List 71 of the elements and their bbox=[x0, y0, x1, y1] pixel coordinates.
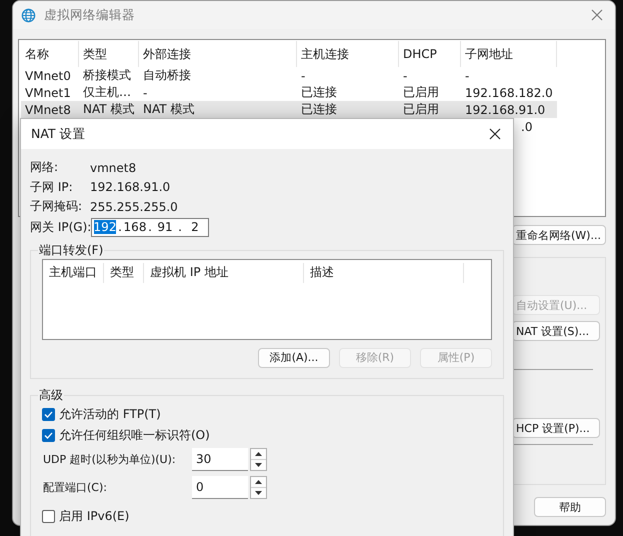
column-header[interactable]: 名称 bbox=[21, 41, 79, 67]
table-cell-text: NAT 模式 bbox=[82, 101, 136, 118]
close-button[interactable] bbox=[487, 126, 503, 142]
field-label: 网络: bbox=[30, 159, 60, 176]
table-cell-text: 已连接 bbox=[300, 84, 338, 101]
field-value: 192.168.91.0 bbox=[90, 180, 172, 194]
table-cell-text: 192.168.182.0 bbox=[464, 84, 554, 101]
checkmark-icon bbox=[44, 410, 53, 418]
list-row[interactable]: VMnet0 桥接模式 自动桥接 - - - bbox=[21, 67, 557, 84]
table-cell-text: VMnet8 bbox=[24, 102, 72, 118]
settings-button[interactable]: NAT 设置(S)... bbox=[512, 321, 600, 341]
column-header[interactable]: DHCP bbox=[399, 41, 461, 67]
table-cell-text: .0 bbox=[520, 118, 532, 135]
rename-network-button[interactable]: 重命名网络(W)... bbox=[512, 225, 606, 245]
dhcp-settings-button[interactable]: HCP 设置(P)... bbox=[512, 418, 600, 438]
up-arrow-icon bbox=[255, 452, 262, 456]
checkbox-label: 启用 IPv6(E) bbox=[59, 508, 130, 525]
checkbox-label: 允许活动的 FTP(T) bbox=[59, 406, 161, 422]
field-label: 子网掩码: bbox=[30, 198, 84, 216]
table-cell-text: 已连接 bbox=[300, 101, 338, 118]
down-arrow-icon bbox=[255, 491, 262, 495]
table-cell-text: - bbox=[402, 68, 408, 84]
spinner-label: 配置端口(C): bbox=[42, 480, 108, 495]
column-header[interactable]: 主机端口 bbox=[43, 262, 104, 282]
help-button[interactable]: 帮助 bbox=[534, 497, 606, 517]
column-header[interactable]: 外部连接 bbox=[139, 41, 297, 67]
group-title: 高级 bbox=[38, 386, 64, 404]
globe-icon bbox=[21, 8, 36, 22]
column-header[interactable]: 主机连接 bbox=[297, 41, 399, 67]
close-icon bbox=[489, 128, 501, 140]
column-header[interactable]: 描述 bbox=[304, 262, 464, 282]
column-header[interactable]: 子网地址 bbox=[461, 41, 557, 67]
checkbox[interactable] bbox=[42, 510, 55, 523]
column-header[interactable]: 类型 bbox=[79, 41, 139, 67]
field-value: vmnet8 bbox=[90, 160, 138, 175]
spin-buttons[interactable] bbox=[250, 476, 267, 499]
table-cell-text: NAT 模式 bbox=[142, 101, 196, 118]
table-cell-text: 192.168.91.0 bbox=[464, 102, 546, 118]
checkbox[interactable] bbox=[42, 408, 55, 420]
table-cell-text: - bbox=[300, 68, 306, 84]
spinner-label: UDP 超时(以秒为单位)(U): bbox=[42, 452, 177, 466]
table-cell-text: - bbox=[464, 68, 470, 84]
down-arrow-icon bbox=[255, 462, 262, 466]
field-value: 255.255.255.0 bbox=[90, 200, 179, 214]
table-cell-text: 已启用 bbox=[402, 84, 440, 101]
list-row[interactable]: VMnet1 仅主机… - 已连接 已启用 192.168.182.0 bbox=[21, 84, 557, 101]
number-field[interactable]: 30 bbox=[192, 448, 248, 470]
up-arrow-icon bbox=[255, 480, 262, 484]
group-title: 端口转发(F) bbox=[38, 242, 104, 258]
column-header[interactable]: 类型 bbox=[104, 262, 144, 282]
table-cell-text: VMnet0 bbox=[24, 68, 72, 84]
column-header[interactable]: 虚拟机 IP 地址 bbox=[144, 262, 304, 282]
close-icon bbox=[591, 9, 603, 21]
action-button[interactable]: 添加(A)... bbox=[258, 348, 330, 368]
table-cell-text: 已启用 bbox=[402, 101, 440, 118]
list-row[interactable]: VMnet8 NAT 模式 NAT 模式 已连接 已启用 192.168.91.0 bbox=[21, 101, 557, 118]
table-cell-text: VMnet1 bbox=[24, 84, 72, 101]
checkbox-label: 允许任何组织唯一标识符(O) bbox=[59, 426, 210, 444]
field-label: 网关 IP(G): bbox=[30, 218, 91, 236]
ip-address-field[interactable]: 192.168. 91 . 2 bbox=[91, 218, 209, 236]
table-cell-text: 仅主机… bbox=[82, 84, 132, 101]
checkmark-icon bbox=[44, 432, 53, 438]
window-title: 虚拟网络编辑器 bbox=[44, 6, 136, 24]
spin-buttons[interactable] bbox=[250, 448, 267, 470]
table-cell-text: 桥接模式 bbox=[82, 67, 132, 84]
table-cell-text: - bbox=[142, 84, 148, 101]
table-cell-text: 自动桥接 bbox=[142, 67, 192, 84]
checkbox[interactable] bbox=[42, 428, 55, 442]
dialog-title: NAT 设置 bbox=[30, 126, 87, 142]
number-field[interactable]: 0 bbox=[192, 476, 248, 499]
field-label: 子网 IP: bbox=[30, 178, 74, 196]
